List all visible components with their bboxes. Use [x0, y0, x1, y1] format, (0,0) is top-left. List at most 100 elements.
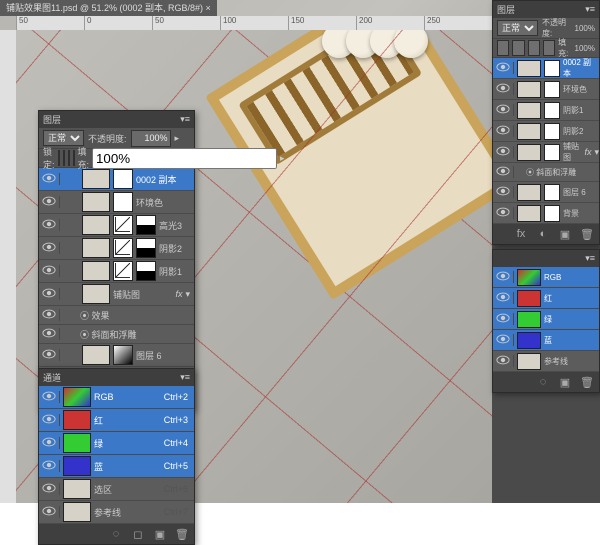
layer-row[interactable]: 图层 6 — [39, 344, 194, 367]
layer-thumb[interactable] — [82, 261, 110, 281]
chevron-down-icon[interactable]: ▾ — [185, 289, 190, 300]
channel-row[interactable]: 蓝 — [493, 330, 599, 351]
layer-row[interactable]: 阴影1 — [39, 260, 194, 283]
new-channel-icon[interactable]: ▣ — [557, 375, 573, 389]
visibility-icon[interactable] — [39, 460, 60, 472]
visibility-icon[interactable] — [493, 146, 514, 158]
layer-row[interactable]: 0002 副本 — [39, 168, 194, 191]
layer-name[interactable]: 0002 副本 — [136, 173, 194, 186]
channel-list[interactable]: RGBCtrl+2红Ctrl+3绿Ctrl+4蓝Ctrl+5选区Ctrl+6参考… — [39, 386, 194, 524]
lock-all-icon[interactable] — [73, 150, 75, 166]
layer-thumb[interactable] — [82, 215, 110, 235]
visibility-icon[interactable] — [39, 391, 60, 403]
visibility-icon[interactable] — [39, 414, 60, 426]
layer-name[interactable]: 环境色 — [136, 196, 194, 209]
channels-panel-docked[interactable]: ▾≡ RGB红绿蓝参考线 ◌ ▣ 🗑 — [492, 249, 600, 393]
layer-list[interactable]: 0002 副本环境色阴影1阴影2铺贴图fx▾⦿ 斜面和浮雕图层 6背景 — [493, 58, 599, 224]
visibility-icon[interactable] — [39, 219, 60, 231]
load-selection-icon[interactable]: ◌ — [108, 527, 124, 541]
layer-row[interactable]: 铺贴图fx▾ — [39, 283, 194, 306]
panel-menu-icon[interactable]: ▾≡ — [585, 4, 595, 15]
layer-name[interactable]: 高光3 — [159, 219, 194, 232]
channel-row[interactable]: RGB — [493, 267, 599, 288]
layer-row[interactable]: 铺贴图fx▾ — [493, 142, 599, 163]
channels-panel[interactable]: 通道 ▾≡ RGBCtrl+2红Ctrl+3绿Ctrl+4蓝Ctrl+5选区Ct… — [38, 368, 195, 545]
visibility-icon[interactable] — [39, 349, 60, 361]
layer-row[interactable]: 阴影1 — [493, 100, 599, 121]
blend-mode-select[interactable]: 正常 — [43, 130, 84, 146]
layer-list[interactable]: 0002 副本环境色高光3阴影2阴影1铺贴图fx▾⦿ 效果⦿ 斜面和浮雕图层 6… — [39, 168, 194, 390]
panel-menu-icon[interactable]: ▾≡ — [585, 253, 595, 264]
panel-menu-icon[interactable]: ▾≡ — [180, 114, 190, 125]
layer-name[interactable]: 铺贴图 — [113, 288, 175, 301]
channel-row[interactable]: 绿Ctrl+4 — [39, 432, 194, 455]
chevron-down-icon[interactable]: ▾ — [594, 147, 599, 158]
visibility-icon[interactable] — [493, 83, 514, 95]
layer-row[interactable]: 阴影2 — [39, 237, 194, 260]
opacity-input[interactable] — [131, 130, 171, 147]
layer-row[interactable]: 0002 副本 — [493, 58, 599, 79]
save-selection-icon[interactable]: ◻ — [130, 527, 146, 541]
channel-row[interactable]: 参考线 — [493, 351, 599, 372]
channel-row[interactable]: RGBCtrl+2 — [39, 386, 194, 409]
blend-mode-select[interactable]: 正常 — [497, 20, 538, 36]
panel-header[interactable]: 通道 ▾≡ — [39, 369, 194, 386]
layers-panel[interactable]: 图层 ▾≡ 正常 不透明度: ▸ 锁定: 填充: ▸ 0002 副本环境色高光3… — [38, 110, 195, 411]
chevron-down-icon[interactable]: ▸ — [280, 153, 285, 164]
new-channel-icon[interactable]: ▣ — [152, 527, 168, 541]
layer-name[interactable]: 阴影1 — [159, 265, 194, 278]
lock-brush-icon[interactable] — [63, 150, 65, 166]
visibility-icon[interactable] — [493, 271, 514, 283]
fx-sub[interactable]: ⦿ 效果 — [39, 306, 194, 325]
channel-row[interactable]: 绿 — [493, 309, 599, 330]
visibility-icon[interactable] — [39, 265, 60, 277]
panel-header[interactable]: 图层 ▾≡ — [39, 111, 194, 128]
panel-menu-icon[interactable]: ▾≡ — [180, 372, 190, 383]
visibility-icon[interactable] — [39, 196, 60, 208]
lock-move-icon[interactable] — [68, 150, 70, 166]
visibility-icon[interactable] — [39, 437, 60, 449]
visibility-icon[interactable] — [493, 62, 514, 74]
layer-row[interactable]: 高光3 — [39, 214, 194, 237]
lock-transparent-icon[interactable] — [58, 150, 60, 166]
trash-icon[interactable]: 🗑 — [579, 227, 595, 241]
visibility-icon[interactable] — [493, 186, 514, 198]
layer-row[interactable]: 图层 6 — [493, 182, 599, 203]
fx-icon[interactable]: fx — [513, 227, 529, 241]
layer-row[interactable]: 环境色 — [493, 79, 599, 100]
channel-list[interactable]: RGB红绿蓝参考线 — [493, 267, 599, 372]
visibility-icon[interactable] — [39, 483, 60, 495]
layers-panel-docked[interactable]: 图层▾≡ 正常 不透明度: 100% 填充:100% 0002 副本环境色阴影1… — [492, 0, 600, 245]
layer-name[interactable]: 图层 6 — [136, 349, 194, 362]
layer-name[interactable]: 阴影2 — [159, 242, 194, 255]
channel-row[interactable]: 红Ctrl+3 — [39, 409, 194, 432]
layer-thumb[interactable] — [82, 238, 110, 258]
mask-icon[interactable]: ◐ — [535, 227, 551, 241]
channel-row[interactable]: 参考线Ctrl+7 — [39, 501, 194, 524]
visibility-icon[interactable] — [493, 207, 514, 219]
visibility-icon[interactable] — [493, 334, 514, 346]
fx-sub[interactable]: ⦿ 斜面和浮雕 — [493, 163, 599, 182]
new-layer-icon[interactable]: ▣ — [557, 227, 573, 241]
layer-thumb[interactable] — [82, 284, 110, 304]
layer-thumb[interactable] — [82, 345, 110, 365]
visibility-icon[interactable] — [39, 506, 60, 518]
doc-tab[interactable]: 铺贴效果图11.psd @ 51.2% (0002 副本, RGB/8#) × — [0, 0, 217, 16]
load-selection-icon[interactable]: ◌ — [535, 375, 551, 389]
visibility-icon[interactable] — [39, 173, 60, 185]
channel-row[interactable]: 红 — [493, 288, 599, 309]
fill-input[interactable] — [92, 148, 277, 169]
visibility-icon[interactable] — [39, 288, 60, 300]
layer-row[interactable]: 背景 — [493, 203, 599, 224]
visibility-icon[interactable] — [493, 104, 514, 116]
trash-icon[interactable]: 🗑 — [579, 375, 595, 389]
channel-row[interactable]: 蓝Ctrl+5 — [39, 455, 194, 478]
visibility-icon[interactable] — [493, 125, 514, 137]
trash-icon[interactable]: 🗑 — [174, 527, 190, 541]
visibility-icon[interactable] — [493, 355, 514, 367]
channel-row[interactable]: 选区Ctrl+6 — [39, 478, 194, 501]
visibility-icon[interactable] — [39, 242, 60, 254]
visibility-icon[interactable] — [493, 292, 514, 304]
layer-row[interactable]: 阴影2 — [493, 121, 599, 142]
layer-row[interactable]: 环境色 — [39, 191, 194, 214]
